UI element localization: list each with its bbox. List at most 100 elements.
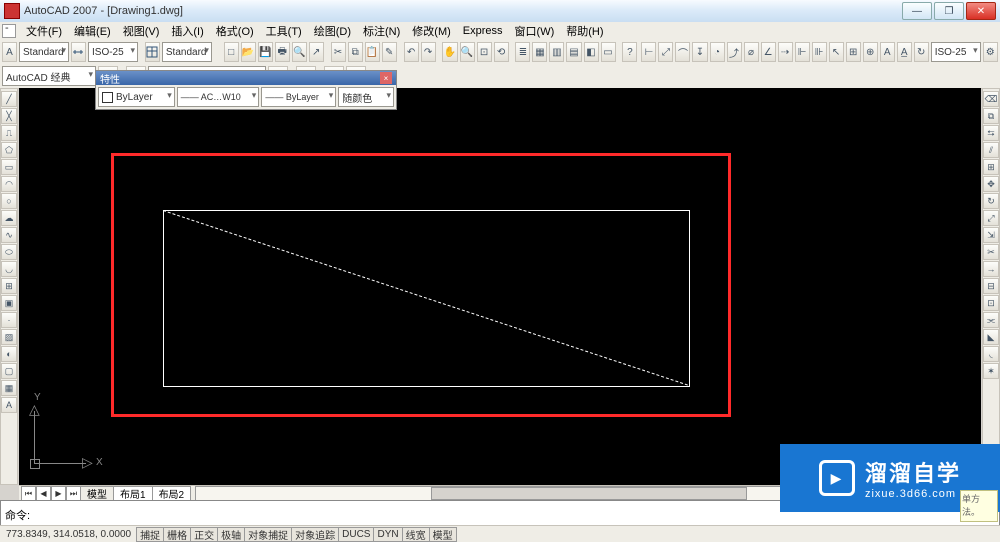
open-icon[interactable]: 📂 [241,42,256,62]
minimize-button[interactable]: — [902,2,932,20]
status-snap[interactable]: 捕捉 [136,527,164,542]
table-style-icon[interactable] [145,42,160,62]
fillet-icon[interactable]: ◟ [983,346,999,362]
dim-edit-icon[interactable]: A [880,42,895,62]
match-icon[interactable]: ✎ [382,42,397,62]
properties-panel[interactable]: 特性 × ByLayer —— AC…W10 —— ByLayer 随颜色 [95,70,397,110]
line-icon[interactable]: ╱ [1,91,17,107]
properties-close-button[interactable]: × [380,72,392,84]
break-icon[interactable]: ⊡ [983,295,999,311]
status-grid[interactable]: 栅格 [163,527,191,542]
workspace-combo[interactable]: AutoCAD 经典 [2,66,96,86]
menu-edit[interactable]: 编辑(E) [68,22,117,40]
tp-icon[interactable]: ▥ [549,42,564,62]
trim-icon[interactable]: ✂ [983,244,999,260]
menu-draw[interactable]: 绘图(D) [308,22,357,40]
table-style-combo[interactable]: Standard [162,42,212,62]
dim-style-mgr-icon[interactable]: ⚙ [983,42,998,62]
zoom-realtime-icon[interactable]: 🔍 [460,42,475,62]
properties-panel-title[interactable]: 特性 × [96,71,396,85]
tab-nav-first[interactable]: ⏮ [21,486,36,501]
menu-view[interactable]: 视图(V) [117,22,166,40]
close-button[interactable]: ✕ [966,2,996,20]
status-ortho[interactable]: 正交 [190,527,218,542]
new-icon[interactable]: □ [224,42,239,62]
dim-style-icon[interactable] [71,42,86,62]
markup-icon[interactable]: ◧ [584,42,599,62]
region-icon[interactable]: ▢ [1,363,17,379]
status-ducs[interactable]: DUCS [338,527,374,542]
dim-ord-icon[interactable]: ↧ [692,42,707,62]
mtext-icon[interactable]: A [1,397,17,413]
dim-update-icon[interactable]: ↻ [914,42,929,62]
spline-icon[interactable]: ∿ [1,227,17,243]
erase-icon[interactable]: ⌫ [983,91,999,107]
text-style-combo[interactable]: Standard [19,42,69,62]
prop-plotstyle-combo[interactable]: 随颜色 [338,87,394,107]
zoom-window-icon[interactable]: ⊡ [477,42,492,62]
gradient-icon[interactable]: ◐ [1,346,17,362]
menu-window[interactable]: 窗口(W) [509,22,561,40]
status-model[interactable]: 模型 [429,527,457,542]
table-icon[interactable]: ▦ [1,380,17,396]
pline-icon[interactable]: ⎍ [1,125,17,141]
circle-icon[interactable]: ○ [1,193,17,209]
redo-icon[interactable]: ↷ [421,42,436,62]
ellipse-arc-icon[interactable]: ◡ [1,261,17,277]
tab-nav-prev[interactable]: ◀ [36,486,51,501]
dim-base-icon[interactable]: ⊩ [795,42,810,62]
rotate-icon[interactable]: ↻ [983,193,999,209]
xline-icon[interactable]: ╳ [1,108,17,124]
dim-leader-icon[interactable]: ↖ [829,42,844,62]
dim-radius-icon[interactable]: ◔ [710,42,725,62]
arc-icon[interactable]: ◠ [1,176,17,192]
h-scroll-thumb[interactable] [431,487,747,500]
status-lwt[interactable]: 线宽 [402,527,430,542]
extend-icon[interactable]: → [983,261,999,277]
menu-format[interactable]: 格式(O) [210,22,260,40]
dim-style-combo-2[interactable]: ISO-25 [931,42,981,62]
dim-ang-icon[interactable]: ∠ [761,42,776,62]
status-polar[interactable]: 极轴 [217,527,245,542]
save-icon[interactable]: 💾 [258,42,273,62]
menu-dim[interactable]: 标注(N) [357,22,406,40]
array-icon[interactable]: ⊞ [983,159,999,175]
explode-icon[interactable]: ✶ [983,363,999,379]
menu-express[interactable]: Express [457,24,509,38]
status-dyn[interactable]: DYN [373,527,402,542]
undo-icon[interactable]: ↶ [404,42,419,62]
prop-color-combo[interactable]: ByLayer [98,87,175,107]
dim-dia-icon[interactable]: ⌀ [744,42,759,62]
revcloud-icon[interactable]: ☁ [1,210,17,226]
zoom-prev-icon[interactable]: ⟲ [494,42,509,62]
prop-linetype-combo[interactable]: —— AC…W10 [177,87,260,107]
stretch-icon[interactable]: ⇲ [983,227,999,243]
preview-icon[interactable]: 🔍 [292,42,307,62]
menu-tools[interactable]: 工具(T) [260,22,308,40]
break-pt-icon[interactable]: ⊟ [983,278,999,294]
paste-icon[interactable]: 📋 [365,42,380,62]
dim-quick-icon[interactable]: ⇢ [778,42,793,62]
dim-cont-icon[interactable]: ⊪ [812,42,827,62]
insert-block-icon[interactable]: ⊞ [1,278,17,294]
chamfer-icon[interactable]: ◣ [983,329,999,345]
ellipse-icon[interactable]: ⬭ [1,244,17,260]
dim-aligned-icon[interactable]: ⤢ [658,42,673,62]
menu-help[interactable]: 帮助(H) [560,22,609,40]
copy-obj-icon[interactable]: ⧉ [983,108,999,124]
point-icon[interactable]: · [1,312,17,328]
prop-lineweight-combo[interactable]: —— ByLayer [261,87,336,107]
status-otrack[interactable]: 对象追踪 [291,527,339,542]
print-icon[interactable]: 🖶 [275,42,290,62]
hatch-tool-icon[interactable]: ▨ [1,329,17,345]
drawing-area[interactable]: Y △ ▷ X [19,88,981,485]
rect-icon[interactable]: ▭ [1,159,17,175]
dc-icon[interactable]: ▦ [532,42,547,62]
menu-file[interactable]: 文件(F) [20,22,68,40]
cut-icon[interactable]: ✂ [331,42,346,62]
menu-insert[interactable]: 插入(I) [165,22,209,40]
make-block-icon[interactable]: ▣ [1,295,17,311]
help-icon[interactable]: ? [622,42,637,62]
dim-linear-icon[interactable]: ⊢ [641,42,656,62]
polygon-icon[interactable]: ⬠ [1,142,17,158]
